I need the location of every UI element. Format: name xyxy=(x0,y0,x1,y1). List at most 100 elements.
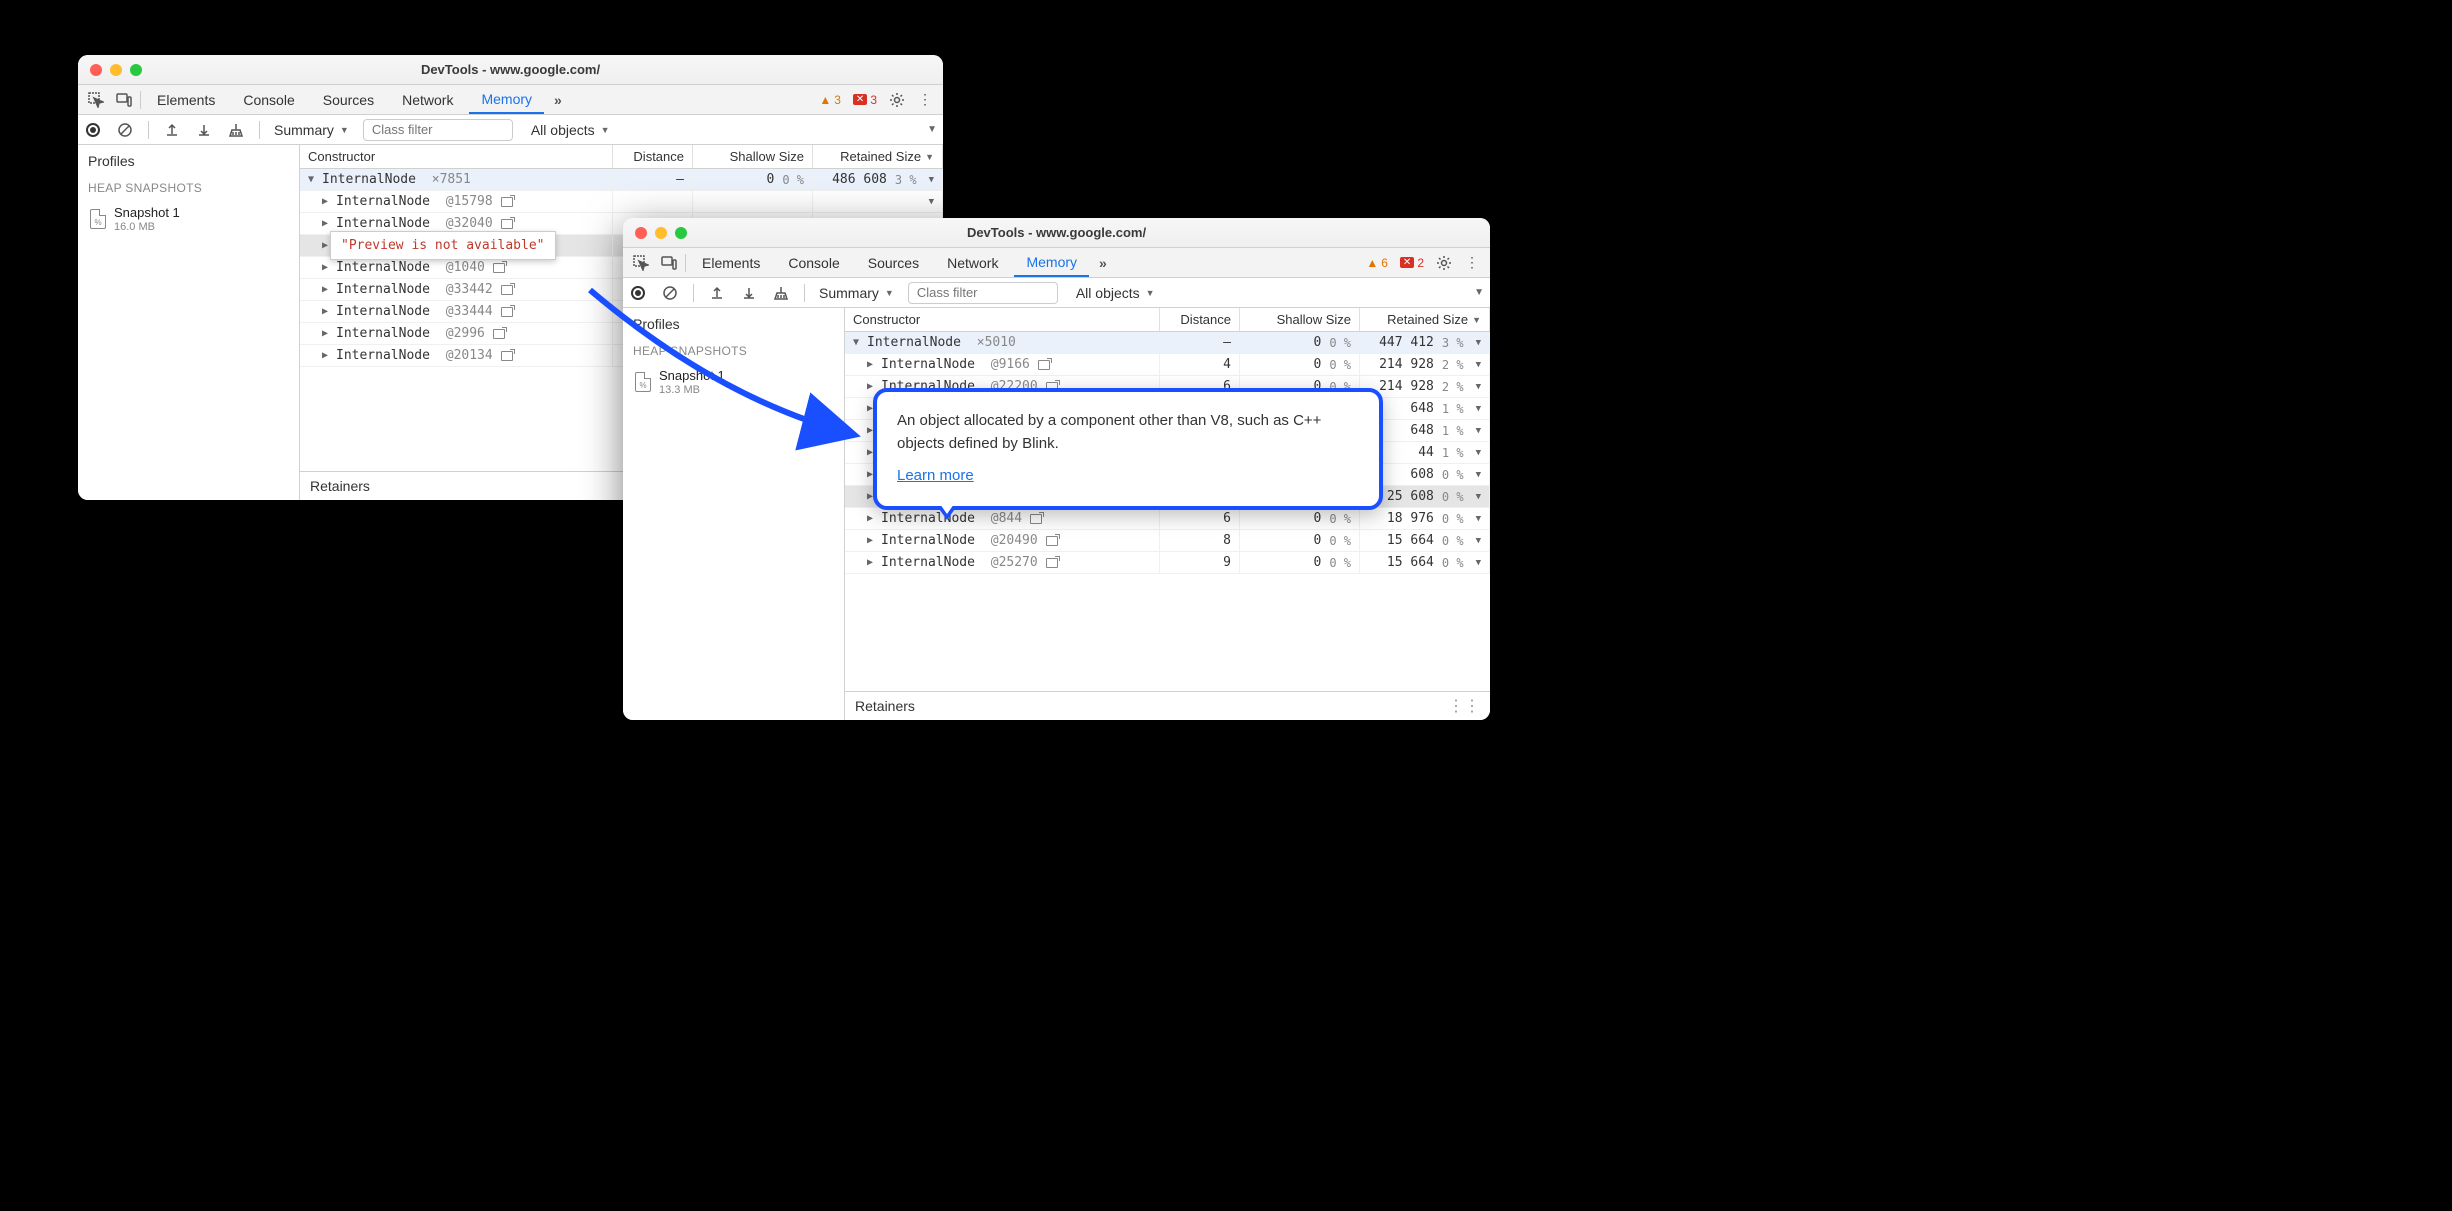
snapshot-item[interactable]: % Snapshot 1 16.0 MB xyxy=(78,199,299,240)
object-description-popover: An object allocated by a component other… xyxy=(873,388,1383,510)
gear-icon[interactable] xyxy=(885,88,909,112)
expand-icon[interactable] xyxy=(322,218,332,229)
more-tabs-chevron-icon[interactable]: » xyxy=(1093,255,1113,271)
popup-icon[interactable] xyxy=(493,263,505,273)
expand-icon[interactable] xyxy=(322,284,332,295)
expand-icon[interactable] xyxy=(322,350,332,361)
traffic-lights xyxy=(78,64,142,76)
popup-icon[interactable] xyxy=(1046,558,1058,568)
popup-icon[interactable] xyxy=(493,329,505,339)
sidebar-title: Profiles xyxy=(623,308,844,340)
main-tabbar: Elements Console Sources Network Memory … xyxy=(623,248,1490,278)
popup-icon[interactable] xyxy=(501,285,513,295)
gear-icon[interactable] xyxy=(1432,251,1456,275)
titlebar[interactable]: DevTools - www.google.com/ xyxy=(78,55,943,85)
snapshot-size: 13.3 MB xyxy=(659,384,725,397)
col-distance[interactable]: Distance xyxy=(1160,308,1240,331)
popup-icon[interactable] xyxy=(1038,360,1050,370)
inspect-icon[interactable] xyxy=(629,251,653,275)
download-icon[interactable] xyxy=(740,284,758,302)
kebab-menu-icon[interactable]: ⋮ xyxy=(913,88,937,112)
clear-icon[interactable] xyxy=(116,121,134,139)
popup-icon[interactable] xyxy=(1046,536,1058,546)
tab-console[interactable]: Console xyxy=(776,250,851,276)
col-distance[interactable]: Distance xyxy=(613,145,693,168)
constructor-group-row[interactable]: InternalNode ×7851 – 00 % 486 6083 % xyxy=(300,169,943,191)
object-row[interactable]: InternalNode @25270900 %15 6640 % xyxy=(845,552,1490,574)
minimize-icon[interactable] xyxy=(655,227,667,239)
class-filter-input[interactable] xyxy=(363,119,513,141)
col-constructor[interactable]: Constructor xyxy=(845,308,1160,331)
expand-icon[interactable] xyxy=(322,306,332,317)
object-row[interactable]: InternalNode @15798 xyxy=(300,191,943,213)
device-icon[interactable] xyxy=(657,251,681,275)
gc-broom-icon[interactable] xyxy=(227,121,245,139)
popover-tail-icon xyxy=(937,506,957,520)
popup-icon[interactable] xyxy=(1030,514,1042,524)
upload-icon[interactable] xyxy=(163,121,181,139)
col-constructor[interactable]: Constructor xyxy=(300,145,613,168)
tab-network[interactable]: Network xyxy=(390,87,465,113)
col-shallow[interactable]: Shallow Size xyxy=(1240,308,1360,331)
warning-badge[interactable]: ▲ 6 xyxy=(1362,256,1392,270)
upload-icon[interactable] xyxy=(708,284,726,302)
tab-memory[interactable]: Memory xyxy=(1014,249,1089,277)
popup-icon[interactable] xyxy=(501,307,513,317)
learn-more-link[interactable]: Learn more xyxy=(897,467,974,484)
expand-icon[interactable] xyxy=(867,359,877,370)
expand-icon[interactable] xyxy=(867,557,877,568)
tab-network[interactable]: Network xyxy=(935,250,1010,276)
record-icon[interactable] xyxy=(84,121,102,139)
expand-icon[interactable] xyxy=(322,196,332,207)
memory-toolbar: Summary All objects ▼ xyxy=(78,115,943,145)
object-row[interactable]: InternalNode @9166400 %214 9282 % xyxy=(845,354,1490,376)
retainers-panel[interactable]: Retainers ⋮⋮ xyxy=(845,691,1490,720)
expand-icon[interactable] xyxy=(322,328,332,339)
tab-elements[interactable]: Elements xyxy=(145,87,227,113)
view-mode-dropdown[interactable]: Summary xyxy=(819,285,894,301)
inspect-icon[interactable] xyxy=(84,88,108,112)
expand-icon[interactable] xyxy=(853,337,863,348)
tab-console[interactable]: Console xyxy=(231,87,306,113)
maximize-icon[interactable] xyxy=(675,227,687,239)
tab-sources[interactable]: Sources xyxy=(311,87,386,113)
expand-icon[interactable] xyxy=(322,262,332,273)
warning-count: 3 xyxy=(834,93,841,107)
class-filter-input[interactable] xyxy=(908,282,1058,304)
record-icon[interactable] xyxy=(629,284,647,302)
col-retained[interactable]: Retained Size xyxy=(1360,308,1490,331)
resize-handle-icon[interactable]: ⋮⋮ xyxy=(1448,696,1480,716)
popup-icon[interactable] xyxy=(501,197,513,207)
scope-dropdown[interactable]: All objects xyxy=(531,122,610,138)
clear-icon[interactable] xyxy=(661,284,679,302)
expand-icon[interactable] xyxy=(867,513,877,524)
scope-dropdown[interactable]: All objects xyxy=(1076,285,1155,301)
popup-icon[interactable] xyxy=(501,219,513,229)
tab-sources[interactable]: Sources xyxy=(856,250,931,276)
close-icon[interactable] xyxy=(90,64,102,76)
col-shallow[interactable]: Shallow Size xyxy=(693,145,813,168)
close-icon[interactable] xyxy=(635,227,647,239)
error-badge[interactable]: ✕ 2 xyxy=(1396,256,1428,270)
col-retained[interactable]: Retained Size xyxy=(813,145,943,168)
expand-icon[interactable] xyxy=(867,381,877,392)
expand-icon[interactable] xyxy=(867,535,877,546)
popup-icon[interactable] xyxy=(501,351,513,361)
maximize-icon[interactable] xyxy=(130,64,142,76)
tab-elements[interactable]: Elements xyxy=(690,250,772,276)
more-tabs-chevron-icon[interactable]: » xyxy=(548,92,568,108)
gc-broom-icon[interactable] xyxy=(772,284,790,302)
device-icon[interactable] xyxy=(112,88,136,112)
minimize-icon[interactable] xyxy=(110,64,122,76)
expand-icon[interactable] xyxy=(308,174,318,185)
warning-badge[interactable]: ▲ 3 xyxy=(815,93,845,107)
object-row[interactable]: InternalNode @20490800 %15 6640 % xyxy=(845,530,1490,552)
kebab-menu-icon[interactable]: ⋮ xyxy=(1460,251,1484,275)
constructor-group-row[interactable]: InternalNode ×5010 – 00 % 447 4123 % xyxy=(845,332,1490,354)
error-badge[interactable]: ✕ 3 xyxy=(849,93,881,107)
view-mode-dropdown[interactable]: Summary xyxy=(274,122,349,138)
tab-memory[interactable]: Memory xyxy=(469,86,544,114)
snapshot-item[interactable]: % Snapshot 1 13.3 MB xyxy=(623,362,844,403)
titlebar[interactable]: DevTools - www.google.com/ xyxy=(623,218,1490,248)
download-icon[interactable] xyxy=(195,121,213,139)
